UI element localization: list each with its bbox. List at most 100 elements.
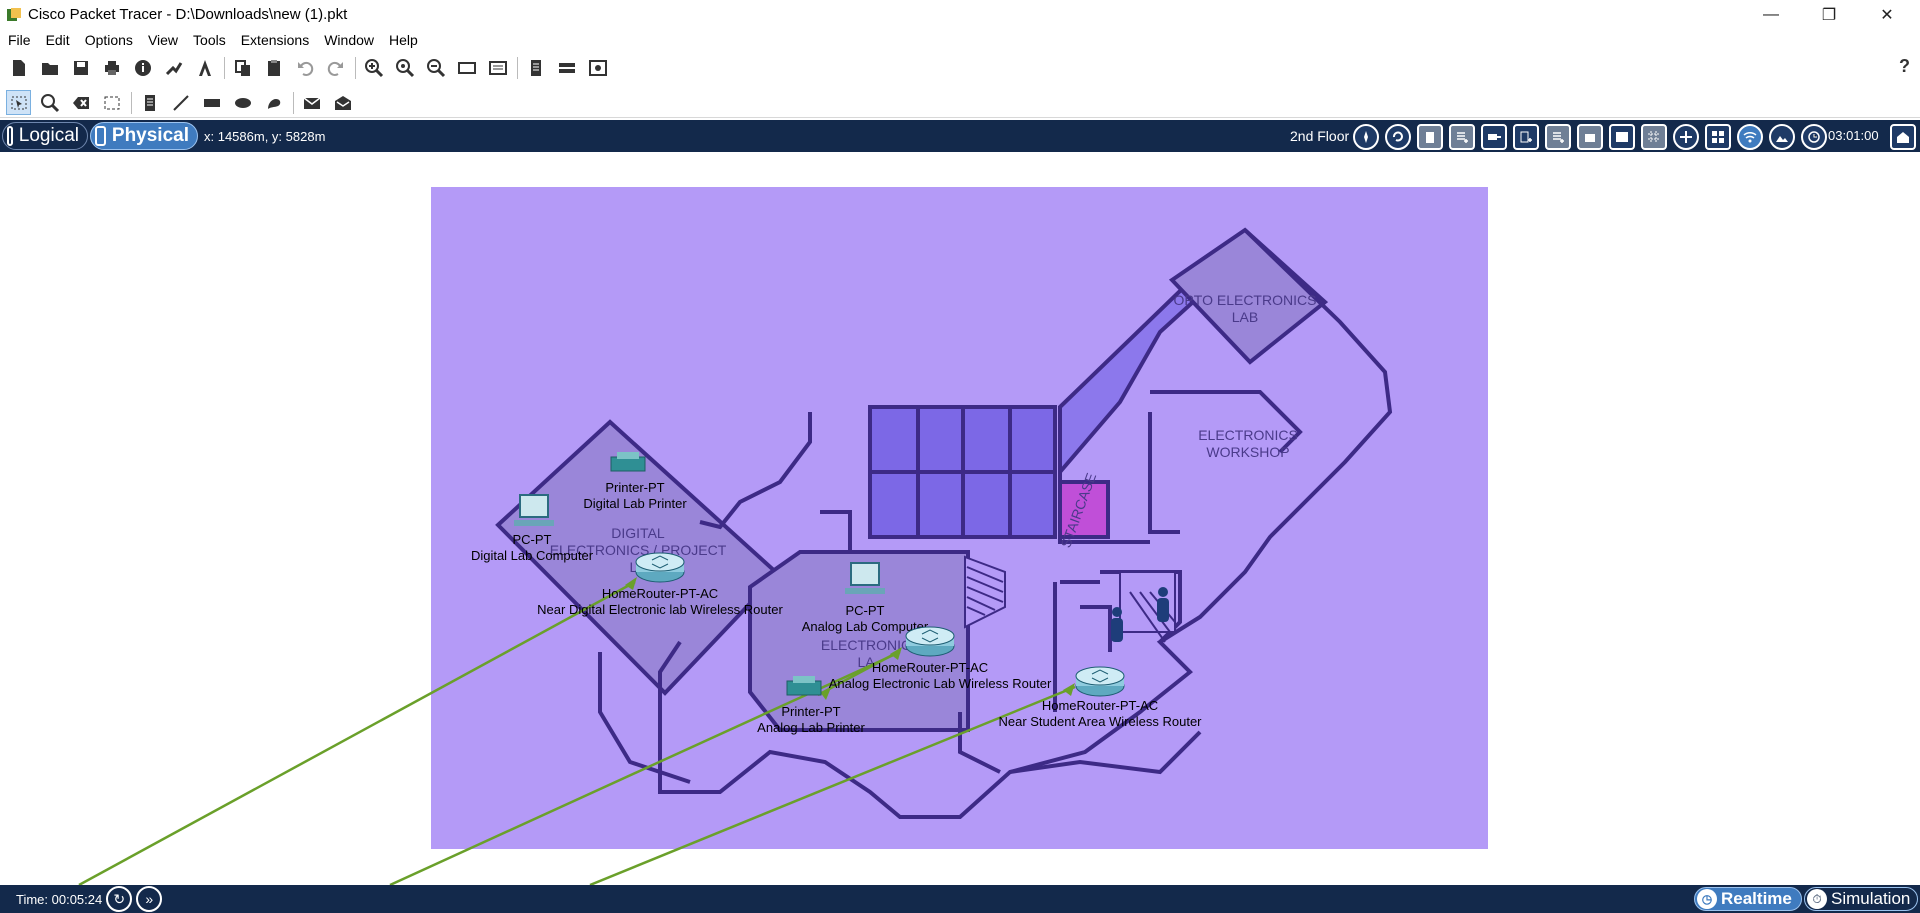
environment-clock: 03:01:00 xyxy=(1828,128,1879,143)
help-button[interactable]: ? xyxy=(1899,56,1910,77)
device-type-label: HomeRouter-PT-AC xyxy=(1042,698,1158,713)
palette-icon[interactable] xyxy=(485,56,510,81)
logical-icon xyxy=(7,126,13,146)
add-pdu-icon[interactable] xyxy=(299,90,324,115)
device-name-label: Digital Lab Computer xyxy=(471,548,594,563)
new-rack-icon[interactable] xyxy=(1449,124,1475,150)
resize-icon[interactable] xyxy=(99,90,124,115)
menu-tools[interactable]: Tools xyxy=(193,32,226,48)
window-icon[interactable] xyxy=(454,56,479,81)
power-cycle-icon[interactable]: ↻ xyxy=(106,886,133,912)
realtime-mode-button[interactable]: ◷ Realtime xyxy=(1694,887,1802,911)
room-label-workshop: ELECTRONICS xyxy=(1198,427,1298,443)
add-floor-icon[interactable] xyxy=(1513,124,1539,150)
device-name-label: Digital Lab Printer xyxy=(583,496,687,511)
back-icon[interactable] xyxy=(1385,124,1411,150)
room-label-opto: OPTO ELECTRONICS xyxy=(1174,292,1317,308)
minimize-button[interactable]: — xyxy=(1742,0,1800,29)
menu-window[interactable]: Window xyxy=(324,32,374,48)
add-building-icon[interactable] xyxy=(1545,124,1571,150)
custom-device-icon[interactable] xyxy=(585,56,610,81)
title-bar: Cisco Packet Tracer - D:\Downloads\new (… xyxy=(0,0,1920,29)
room-label-digital: DIGITAL xyxy=(611,525,665,541)
add-closet-icon[interactable] xyxy=(1577,124,1603,150)
window-title: Cisco Packet Tracer - D:\Downloads\new (… xyxy=(28,6,348,23)
add-complex-pdu-icon[interactable] xyxy=(330,90,355,115)
info-icon[interactable] xyxy=(130,56,155,81)
fast-forward-icon[interactable]: » xyxy=(136,886,163,912)
print-icon[interactable] xyxy=(99,56,124,81)
freeform-icon[interactable] xyxy=(261,90,286,115)
drawing-toolbar xyxy=(0,88,1920,118)
tab-physical[interactable]: Physical xyxy=(90,122,198,150)
device-type-label: Printer-PT xyxy=(781,704,840,719)
menu-bar: File Edit Options View Tools Extensions … xyxy=(0,29,1920,51)
clock-icon[interactable] xyxy=(1801,124,1827,150)
redo-icon[interactable] xyxy=(323,56,348,81)
menu-file[interactable]: File xyxy=(8,32,31,48)
zoom-out-icon[interactable] xyxy=(423,56,448,81)
zoom-reset-icon[interactable] xyxy=(392,56,417,81)
menu-help[interactable]: Help xyxy=(389,32,418,48)
toolbar-separator xyxy=(224,57,225,79)
clock-icon: ◷ xyxy=(1697,889,1717,909)
zoom-in-icon[interactable] xyxy=(361,56,386,81)
menu-edit[interactable]: Edit xyxy=(46,32,70,48)
simulation-label: Simulation xyxy=(1831,889,1911,908)
view-list-icon[interactable] xyxy=(523,56,548,81)
building-icon[interactable] xyxy=(1417,124,1443,150)
cursor-coordinates: x: 14586m, y: 5828m xyxy=(204,128,326,144)
stopwatch-icon: ⏱ xyxy=(1807,889,1827,909)
network-wizard-icon[interactable] xyxy=(161,56,186,81)
simulation-time: Time: 00:05:24 xyxy=(16,891,103,907)
new-file-icon[interactable] xyxy=(6,56,31,81)
move-icon[interactable] xyxy=(1481,124,1507,150)
physical-workspace[interactable]: OPTO ELECTRONICS LAB ELECTRONICS WORKSHO… xyxy=(0,152,1920,887)
device-type-label: HomeRouter-PT-AC xyxy=(872,660,988,675)
toolbar-separator xyxy=(293,91,294,114)
device-type-label: Printer-PT xyxy=(605,480,664,495)
draw-line-icon[interactable] xyxy=(168,90,193,115)
rectangle-icon[interactable] xyxy=(199,90,224,115)
tab-logical[interactable]: Logical xyxy=(2,122,88,150)
background-icon[interactable] xyxy=(1609,124,1635,150)
menu-extensions[interactable]: Extensions xyxy=(241,32,309,48)
grid-icon[interactable] xyxy=(1641,124,1667,150)
viewport-icon[interactable] xyxy=(1673,124,1699,150)
navigation-icon[interactable] xyxy=(1353,124,1379,150)
toolbar-separator xyxy=(517,57,518,79)
delete-icon[interactable] xyxy=(68,90,93,115)
device-icon[interactable] xyxy=(554,56,579,81)
toolbar-separator xyxy=(355,57,356,79)
environment-icon[interactable] xyxy=(1769,124,1795,150)
packet-tracer-app-icon xyxy=(7,7,21,21)
antenna-icon[interactable] xyxy=(192,56,217,81)
tab-logical-label: Logical xyxy=(18,125,79,146)
inspect-icon[interactable] xyxy=(37,90,62,115)
paste-icon[interactable] xyxy=(261,56,286,81)
menu-view[interactable]: View xyxy=(148,32,178,48)
physical-icon xyxy=(95,126,106,146)
toolbar-separator xyxy=(131,91,132,114)
note-icon[interactable] xyxy=(137,90,162,115)
device-type-label: HomeRouter-PT-AC xyxy=(602,586,718,601)
wireless-icon[interactable] xyxy=(1737,124,1763,150)
ellipse-icon[interactable] xyxy=(230,90,255,115)
simulation-mode-button[interactable]: ⏱ Simulation xyxy=(1804,887,1918,911)
open-folder-icon[interactable] xyxy=(37,56,62,81)
maximize-button[interactable]: ❐ xyxy=(1800,0,1858,29)
home-icon[interactable] xyxy=(1890,124,1916,150)
floorplan-svg: OPTO ELECTRONICS LAB ELECTRONICS WORKSHO… xyxy=(78,187,1488,887)
close-button[interactable]: ✕ xyxy=(1858,0,1916,29)
realtime-label: Realtime xyxy=(1721,889,1792,908)
tab-physical-label: Physical xyxy=(111,125,189,146)
main-toolbar xyxy=(0,53,1920,83)
undo-icon[interactable] xyxy=(292,56,317,81)
copy-icon[interactable] xyxy=(230,56,255,81)
tile-icon[interactable] xyxy=(1705,124,1731,150)
select-icon[interactable] xyxy=(6,90,31,115)
save-icon[interactable] xyxy=(68,56,93,81)
device-name-label: Analog Lab Printer xyxy=(757,720,865,735)
menu-options[interactable]: Options xyxy=(85,32,133,48)
device-name-label: Near Digital Electronic lab Wireless Rou… xyxy=(537,602,783,617)
